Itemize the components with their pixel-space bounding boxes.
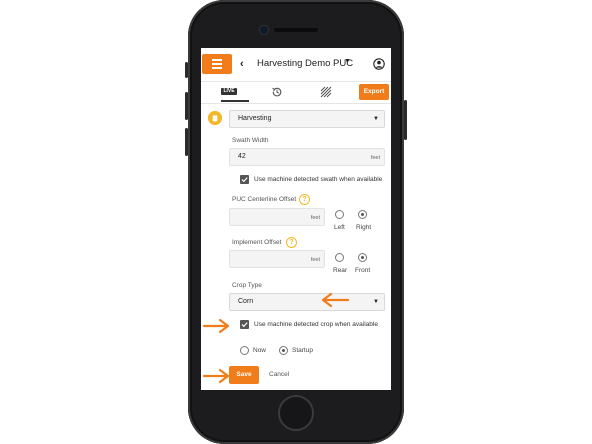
implement-offset-unit: feet [310,257,320,263]
live-tab-label: LIVE [221,88,237,95]
mode-select[interactable]: Harvesting ▼ [229,110,385,128]
centerline-offset-help-icon[interactable]: ? [299,194,310,205]
save-button[interactable]: Save [229,366,259,384]
app-screen: ‹ Harvesting Demo PUC ▼ LIVE Export Harv… [201,48,391,390]
volume-down-button [185,128,188,156]
crop-type-value: Corn [238,298,254,305]
menu-icon [212,67,222,69]
arrow-left-icon [321,292,350,308]
centerline-left-radio[interactable] [335,210,344,219]
mute-switch [185,62,188,78]
tab-live[interactable]: LIVE [221,85,249,102]
power-button [404,100,407,140]
cancel-button[interactable]: Cancel [269,371,289,378]
implement-rear-radio[interactable] [335,253,344,262]
apply-now-label: Now [253,347,267,354]
home-button[interactable] [278,395,314,431]
checkmark-icon [241,322,248,328]
export-button[interactable]: Export [359,84,389,100]
top-bar: ‹ Harvesting Demo PUC ▼ [201,48,391,82]
back-chevron-icon[interactable]: ‹ [240,57,250,71]
crop-auto-checkbox[interactable] [240,320,249,329]
crop-type-label: Crop Type [232,282,262,289]
front-camera [260,26,268,34]
implement-front-label: Front [355,267,371,274]
swath-width-input[interactable]: 42 feet [229,148,385,166]
crop-type-select[interactable]: Corn ▼ [229,293,385,311]
wheat-icon [208,111,222,125]
page-title[interactable]: Harvesting Demo PUC [257,58,353,69]
chevron-down-icon: ▼ [373,299,379,305]
arrow-right-icon [202,368,230,384]
history-icon[interactable] [271,86,283,98]
centerline-offset-unit: feet [310,215,320,221]
view-tabs: LIVE Export [201,82,391,104]
volume-up-button [185,92,188,120]
menu-icon [212,59,222,61]
swath-auto-label: Use machine detected swath when availabl… [254,176,383,183]
crop-auto-label: Use machine detected crop when available [254,321,378,328]
centerline-right-label: Right [356,224,372,231]
swath-width-unit: feet [370,155,380,161]
swath-width-label: Swath Width [232,137,269,144]
title-dropdown-caret-icon[interactable]: ▼ [344,58,351,65]
menu-icon [212,63,222,65]
centerline-offset-input[interactable]: feet [229,208,325,226]
mode-select-value: Harvesting [238,115,272,122]
implement-offset-input[interactable]: feet [229,250,325,268]
apply-startup-radio[interactable] [279,346,288,355]
centerline-right-radio[interactable] [358,210,367,219]
implement-offset-help-icon[interactable]: ? [286,237,297,248]
implement-front-radio[interactable] [358,253,367,262]
centerline-offset-label: PUC Centerline Offset [232,196,297,203]
user-account-icon[interactable] [373,58,385,70]
implement-offset-label: Implement Offset [232,239,282,246]
centerline-left-label: Left [334,224,345,231]
checkmark-icon [241,177,248,183]
menu-button[interactable] [202,54,232,74]
chevron-down-icon: ▼ [373,116,379,122]
arrow-right-icon [202,318,230,334]
implement-rear-label: Rear [333,267,348,274]
apply-startup-label: Startup [292,347,313,354]
apply-now-radio[interactable] [240,346,249,355]
coverage-map-icon[interactable] [320,86,332,98]
swath-auto-checkbox[interactable] [240,175,249,184]
swath-width-value: 42 [238,153,246,160]
earpiece-speaker [274,28,318,32]
